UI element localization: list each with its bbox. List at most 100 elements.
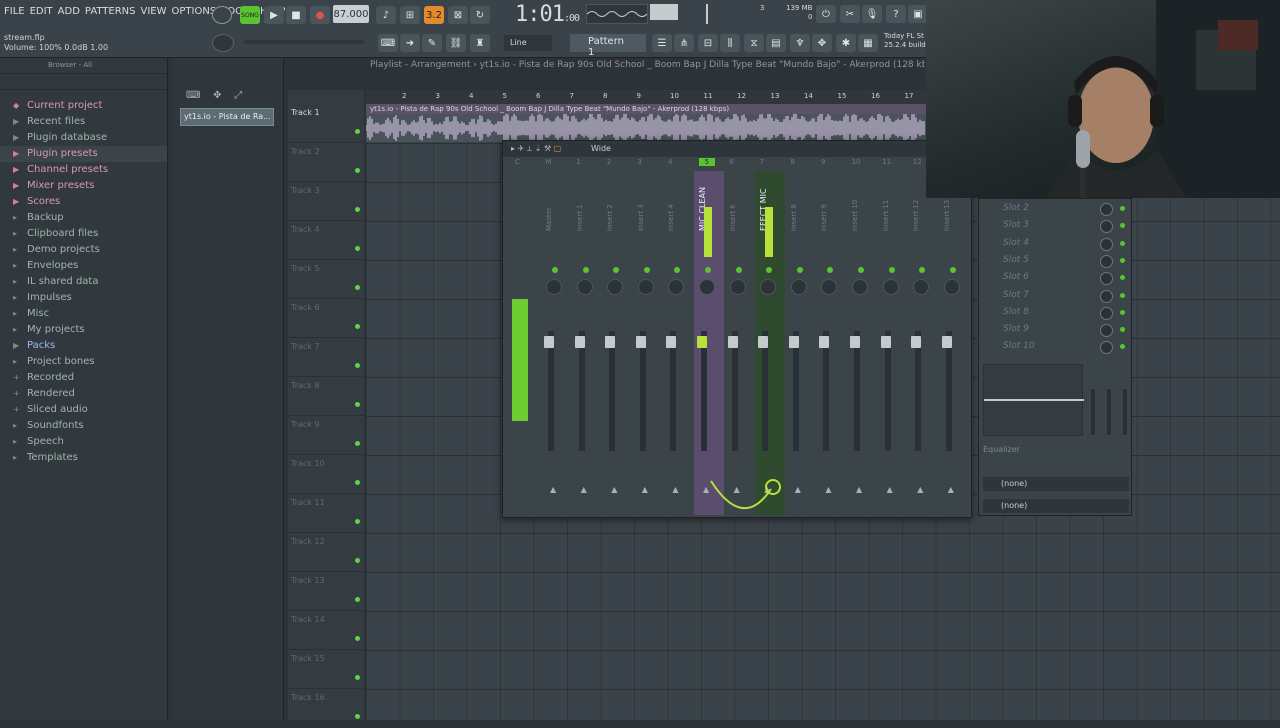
pan-knob[interactable]	[637, 279, 654, 295]
mixer-strip[interactable]: Insert 6 ▲	[725, 171, 755, 515]
metronome-knob[interactable]	[212, 6, 232, 24]
volume-fader[interactable]	[548, 331, 554, 451]
audio-clip-channel[interactable]: yt1s.io - Pista de Ra...	[180, 108, 274, 126]
browser-item-current-project[interactable]: ◆ Current project	[0, 98, 167, 114]
timeline-ruler[interactable]: 2 3 4 5 6 7 8 9 10 11 12 13 14 15 16 17	[366, 90, 926, 104]
mixer-strip[interactable]: Insert 3 ▲	[633, 171, 663, 515]
send-arrow-icon[interactable]: ▲	[887, 485, 893, 494]
browser-item-scores[interactable]: ▶ Scores	[0, 194, 167, 210]
step-edit-button[interactable]: ⊠	[448, 6, 468, 24]
track-mute-led[interactable]	[355, 246, 360, 251]
browser-item-my-projects[interactable]: ▸ My projects	[0, 322, 167, 338]
track-mute-led[interactable]	[355, 519, 360, 524]
draw-tool-button[interactable]: ✎	[422, 34, 442, 52]
browser-item-mixer-presets[interactable]: ▶ Mixer presets	[0, 178, 167, 194]
strip-enable-led[interactable]	[919, 267, 926, 273]
cloud-button[interactable]: ▦	[858, 34, 878, 52]
mixer-strip[interactable]: EFECT MIC ▲	[755, 171, 786, 515]
mixer-strip[interactable]: Insert 12 ▲	[908, 171, 938, 515]
track-header[interactable]: Track 8	[288, 377, 364, 416]
menu-patterns[interactable]: PATTERNS	[85, 6, 136, 17]
browser-item-speech[interactable]: ▸ Speech	[0, 434, 167, 450]
strip-enable-led[interactable]	[705, 267, 711, 273]
eq-graph[interactable]	[983, 364, 1084, 436]
strip-enable-led[interactable]	[643, 267, 650, 273]
slot-mix-knob[interactable]	[1100, 237, 1113, 251]
browser-item-envelopes[interactable]: ▸ Envelopes	[0, 258, 167, 274]
track-header[interactable]: Track 10	[288, 455, 364, 494]
track-header[interactable]: Track 16	[288, 689, 364, 728]
strip-enable-led[interactable]	[674, 267, 681, 273]
track-header[interactable]: Track 4	[288, 221, 364, 260]
loop-record-button[interactable]: ↻	[470, 6, 490, 24]
track-header[interactable]: Track 3	[288, 182, 364, 221]
slot-enable-led[interactable]	[1120, 344, 1125, 350]
fader-cap[interactable]	[788, 336, 799, 348]
fader-cap[interactable]	[544, 336, 554, 348]
menu-options[interactable]: OPTIONS	[172, 6, 217, 17]
track-mute-led[interactable]	[355, 363, 360, 368]
menu-file[interactable]: FILE	[4, 6, 25, 17]
send-arrow-icon[interactable]: ▲	[795, 485, 801, 494]
browser-item-plugin-database[interactable]: ▶ Plugin database	[0, 130, 167, 146]
track-header[interactable]: Track 12	[288, 533, 364, 572]
slot-enable-led[interactable]	[1120, 327, 1125, 333]
track-mute-led[interactable]	[355, 324, 360, 329]
track-header[interactable]: Track 5	[288, 260, 364, 299]
menu-edit[interactable]: EDIT	[30, 6, 53, 17]
slot-mix-knob[interactable]	[1100, 289, 1113, 303]
record-button[interactable]: ●	[310, 6, 330, 24]
wait-record-button[interactable]: ⊞	[400, 6, 420, 24]
view-piano-roll-button[interactable]: ⋔	[674, 34, 694, 52]
track-mute-led[interactable]	[355, 402, 360, 407]
menu-add[interactable]: ADD	[58, 6, 80, 17]
volume-fader[interactable]	[792, 331, 799, 451]
volume-fader[interactable]	[915, 331, 922, 451]
mic-button[interactable]: 🎙	[862, 5, 882, 23]
track-header[interactable]: Track 15	[288, 650, 364, 689]
pan-knob[interactable]	[821, 279, 838, 295]
slot-enable-led[interactable]	[1120, 206, 1125, 211]
pan-knob[interactable]	[546, 279, 562, 295]
track-mute-led[interactable]	[355, 675, 360, 680]
send-arrow-icon[interactable]: ▲	[672, 485, 678, 494]
track-mute-led[interactable]	[355, 441, 360, 446]
mixer-strip[interactable]: Insert 9 ▲	[816, 171, 846, 515]
fx-slot[interactable]: Slot 7	[987, 288, 1127, 305]
fader-cap[interactable]	[727, 336, 738, 348]
fader-cap[interactable]	[941, 336, 952, 348]
pan-knob[interactable]	[790, 279, 807, 295]
track-mute-led[interactable]	[355, 168, 360, 173]
volume-fader[interactable]	[884, 331, 891, 451]
browser-item-plugin-presets[interactable]: ▶ Plugin presets	[0, 146, 167, 162]
slot-mix-knob[interactable]	[1100, 272, 1113, 286]
track-mute-led[interactable]	[355, 636, 360, 641]
volume-fader[interactable]	[762, 331, 769, 451]
panic-button[interactable]: ⏻	[816, 5, 836, 23]
volume-fader[interactable]	[578, 331, 585, 451]
mixer-strip[interactable]: MIC CLEAN ▲	[694, 171, 724, 515]
browser-item-project-bones[interactable]: ▸ Project bones	[0, 354, 167, 370]
master-pitch-slider[interactable]	[244, 40, 364, 44]
volume-fader[interactable]	[823, 331, 830, 451]
fx-slot[interactable]: Slot 8	[987, 305, 1127, 322]
slot-mix-knob[interactable]	[1100, 306, 1113, 320]
send-arrow-icon[interactable]: ▲	[825, 485, 831, 494]
track-header[interactable]: Track 2	[288, 143, 364, 182]
fx-slot[interactable]: Slot 2	[987, 201, 1127, 218]
mixer-strip[interactable]: Master ▲	[541, 171, 571, 515]
metronome-button[interactable]: ♪	[376, 6, 396, 24]
master-volume-knob[interactable]	[212, 34, 234, 52]
slot-enable-led[interactable]	[1120, 223, 1125, 229]
mixer-strip[interactable]: Insert 11 ▲	[878, 171, 908, 515]
volume-fader[interactable]	[701, 331, 707, 451]
strip-enable-led[interactable]	[552, 267, 558, 273]
play-button[interactable]: ▶	[264, 6, 284, 24]
mixer-strip[interactable]: Insert 2 ▲	[602, 171, 632, 515]
slot-mix-knob[interactable]	[1100, 324, 1113, 338]
expand-icon[interactable]: ⤢	[234, 90, 242, 101]
mixer-strip[interactable]: Insert 10 ▲	[847, 171, 877, 515]
strip-enable-led[interactable]	[827, 267, 834, 273]
track-header[interactable]: Track 9	[288, 416, 364, 455]
track-mute-led[interactable]	[355, 480, 360, 485]
